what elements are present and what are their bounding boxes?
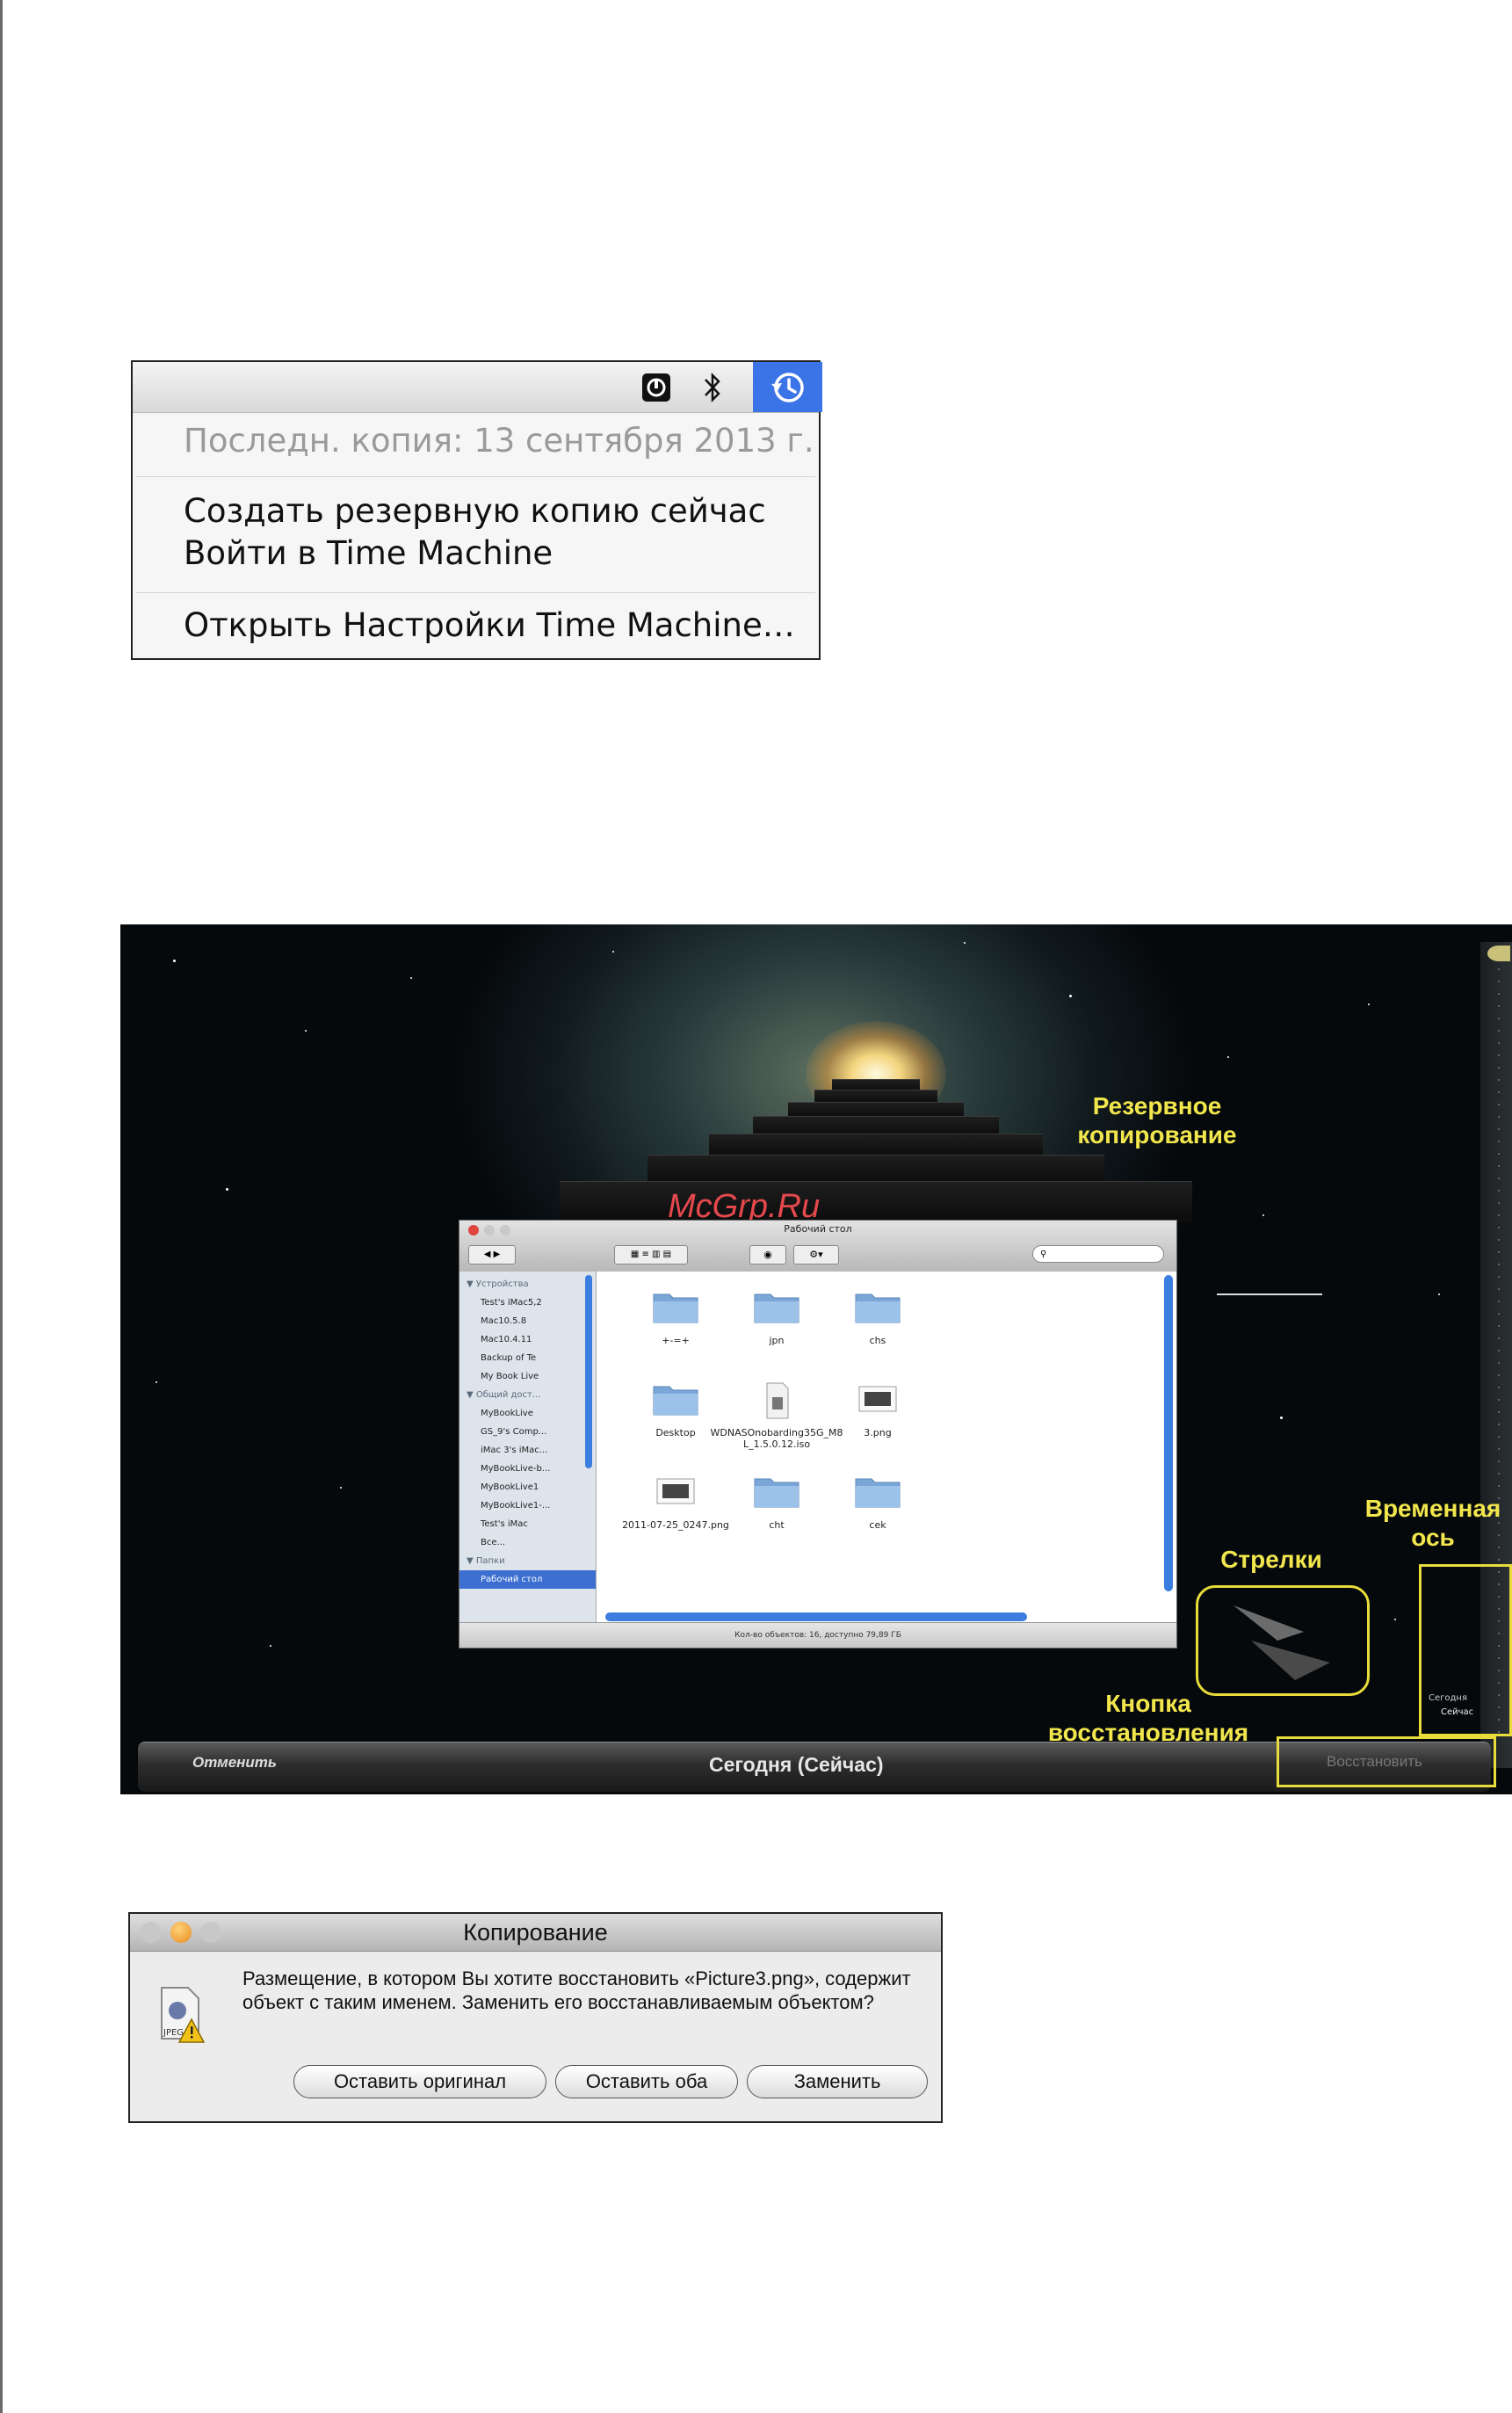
view-mode-buttons[interactable]: ▦ ≡ ▥ ▤ bbox=[614, 1245, 688, 1264]
dialog-title: Копирование bbox=[463, 1919, 608, 1946]
restore-button-highlight bbox=[1277, 1736, 1496, 1787]
sidebar-item[interactable]: My Book Live bbox=[467, 1367, 596, 1386]
cancel-button[interactable]: Отменить bbox=[192, 1754, 277, 1772]
keep-original-button[interactable]: Оставить оригинал bbox=[293, 2065, 546, 2098]
folder-icon[interactable] bbox=[854, 1289, 901, 1328]
folder-icon[interactable] bbox=[652, 1289, 699, 1328]
callout-backup: Резервное копирование bbox=[1077, 1092, 1237, 1149]
callout-restore-button: Кнопка восстановления bbox=[1047, 1690, 1249, 1746]
sidebar-item[interactable]: MyBookLive-b... bbox=[467, 1460, 596, 1478]
sidebar-item[interactable]: iMac 3's iMac... bbox=[467, 1441, 596, 1460]
arrows-highlight bbox=[1196, 1585, 1370, 1696]
folder-icon[interactable] bbox=[753, 1474, 800, 1512]
svg-text:JPEG: JPEG bbox=[163, 2028, 184, 2038]
keep-both-button[interactable]: Оставить оба bbox=[555, 2065, 738, 2098]
enter-time-machine-item[interactable]: Войти в Time Machine bbox=[184, 534, 553, 572]
finder-status-bar: Кол-во объектов: 16, доступно 79,89 ГБ bbox=[459, 1622, 1176, 1648]
dialog-titlebar: Копирование bbox=[130, 1914, 941, 1952]
image-file-icon[interactable] bbox=[854, 1381, 901, 1420]
image-file-icon[interactable] bbox=[652, 1474, 699, 1512]
timeline-today-label: Сегодня bbox=[1429, 1693, 1467, 1703]
finder-window[interactable]: Рабочий стол ◀ ▶ ▦ ≡ ▥ ▤ ◉ ⚙▾ ⚲ ▼ Устрой… bbox=[459, 1220, 1177, 1649]
callout-timeline: Временная ось bbox=[1364, 1495, 1501, 1551]
jpeg-warning-icon: JPEG bbox=[156, 1984, 206, 2046]
sidebar-section-header[interactable]: ▼ Устройства bbox=[467, 1275, 596, 1293]
time-machine-menu: Последн. копия: 13 сентября 2013 г. Созд… bbox=[131, 360, 822, 660]
callout-arrows: Стрелки bbox=[1220, 1546, 1322, 1573]
menu-bar bbox=[133, 362, 822, 413]
copy-dialog: Копирование JPEG Размещение, в котором В… bbox=[128, 1912, 943, 2123]
dialog-message: Размещение, в котором Вы хотите восстано… bbox=[242, 1967, 911, 2013]
timeline-now-label: Сейчас bbox=[1441, 1707, 1474, 1717]
page-left-rule bbox=[0, 0, 3, 2413]
folder-icon[interactable] bbox=[652, 1381, 699, 1420]
folder-icon[interactable] bbox=[854, 1474, 901, 1512]
bluetooth-icon[interactable] bbox=[695, 369, 730, 406]
sidebar-item[interactable]: GS_9's Comp... bbox=[467, 1423, 596, 1441]
timeline-highlight: Сегодня Сейчас bbox=[1419, 1564, 1512, 1736]
navigation-arrows-icon[interactable] bbox=[1198, 1588, 1365, 1692]
sidebar-item[interactable]: Test's iMac5,2 bbox=[467, 1293, 596, 1312]
drive-icon[interactable] bbox=[637, 369, 676, 406]
vertical-scrollbar[interactable] bbox=[1164, 1275, 1173, 1591]
time-machine-icon[interactable] bbox=[753, 362, 822, 412]
file-name-label: chs bbox=[869, 1335, 886, 1346]
horizontal-scrollbar[interactable] bbox=[605, 1612, 1027, 1621]
current-date-label: Сегодня (Сейчас) bbox=[709, 1753, 884, 1776]
time-machine-screen: McGrp.Ru Резервное копирование Временная… bbox=[120, 924, 1512, 1794]
sidebar-item[interactable]: Backup of Te bbox=[467, 1349, 596, 1367]
sidebar-item[interactable]: Mac10.5.8 bbox=[467, 1312, 596, 1330]
finder-title: Рабочий стол bbox=[784, 1223, 852, 1235]
back-forward-buttons[interactable]: ◀ ▶ bbox=[468, 1245, 516, 1264]
finder-icon-view: +-=+ jpn chs Desktop WDNASOnobarding35G_M8 L… bbox=[597, 1272, 1176, 1623]
action-gear-button[interactable]: ⚙▾ bbox=[793, 1245, 839, 1264]
quicklook-button[interactable]: ◉ bbox=[749, 1245, 786, 1264]
search-input[interactable]: ⚲ bbox=[1032, 1245, 1164, 1263]
disk-image-icon[interactable] bbox=[753, 1381, 800, 1424]
sidebar-item[interactable]: MyBookLive bbox=[467, 1404, 596, 1423]
sidebar-item[interactable]: Все... bbox=[467, 1533, 596, 1552]
sidebar-section-header[interactable]: ▼ Общий дост... bbox=[467, 1386, 596, 1404]
sidebar-section-header[interactable]: ▼ Папки bbox=[467, 1552, 596, 1570]
last-backup-label: Последн. копия: 13 сентября 2013 г. bbox=[184, 422, 814, 460]
backup-now-item[interactable]: Создать резервную копию сейчас bbox=[184, 492, 766, 530]
sidebar-item[interactable]: Mac10.4.11 bbox=[467, 1330, 596, 1349]
file-name-label: 3.png bbox=[864, 1427, 892, 1438]
sidebar-item[interactable]: MyBookLive1 bbox=[467, 1478, 596, 1496]
replace-button[interactable]: Заменить bbox=[747, 2065, 928, 2098]
sidebar-item[interactable]: Test's iMac bbox=[467, 1515, 596, 1533]
finder-titlebar: Рабочий стол ◀ ▶ ▦ ≡ ▥ ▤ ◉ ⚙▾ ⚲ bbox=[459, 1221, 1176, 1272]
folder-icon[interactable] bbox=[753, 1289, 800, 1328]
callout-line bbox=[1217, 1293, 1322, 1295]
menu-separator bbox=[136, 476, 815, 477]
sidebar-scrollbar[interactable] bbox=[585, 1275, 592, 1468]
sidebar-item[interactable]: MyBookLive1-... bbox=[467, 1496, 596, 1515]
sidebar-item[interactable]: Рабочий стол bbox=[459, 1570, 596, 1589]
menu-separator bbox=[136, 592, 815, 593]
file-name-label: cek bbox=[869, 1519, 886, 1531]
finder-sidebar: ▼ Устройства Test's iMac5,2 Mac10.5.8 Mac10… bbox=[459, 1272, 597, 1623]
open-preferences-item[interactable]: Открыть Настройки Time Machine… bbox=[184, 606, 795, 644]
